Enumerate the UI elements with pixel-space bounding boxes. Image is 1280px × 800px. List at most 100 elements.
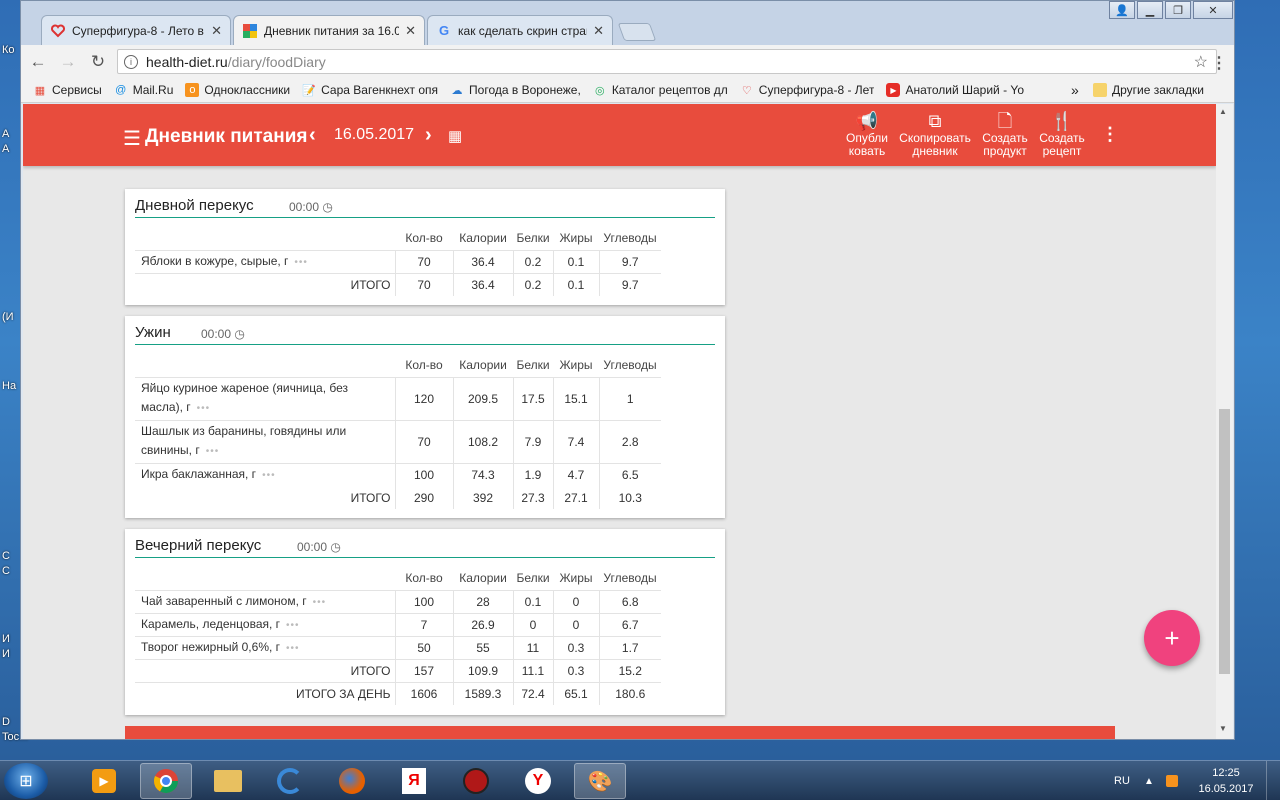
- bookmark-wagenknecht[interactable]: 📝 Сара Вагенкнехт опя: [302, 83, 438, 97]
- more-icon[interactable]: •••: [286, 643, 300, 654]
- close-icon[interactable]: ✕: [211, 23, 222, 39]
- current-date[interactable]: 16.05.2017: [334, 126, 414, 144]
- desktop-icon-label[interactable]: С: [2, 550, 10, 562]
- url-input[interactable]: i health-diet.ru/diary/foodDiary ☆: [117, 49, 1217, 74]
- desktop-icon-label[interactable]: А: [2, 143, 9, 155]
- chrome-icon[interactable]: [140, 763, 192, 799]
- chevron-left-icon[interactable]: ‹: [309, 124, 316, 147]
- add-button[interactable]: +: [1144, 610, 1200, 666]
- bookmark-recipes[interactable]: ◎ Каталог рецептов дл: [593, 83, 728, 97]
- restore-icon[interactable]: ❐: [1165, 1, 1191, 19]
- bookmark-services[interactable]: ▦ Сервисы: [33, 83, 102, 97]
- qty-cell[interactable]: 50: [394, 635, 453, 659]
- firefox-icon[interactable]: [326, 763, 378, 799]
- tab-superfigura[interactable]: Суперфигура-8 - Лето в ✕: [41, 15, 231, 45]
- desktop-icon-label[interactable]: Ко: [2, 44, 15, 56]
- tray-arrow-icon[interactable]: ▲: [1144, 761, 1154, 800]
- start-button[interactable]: ⊞: [4, 763, 48, 799]
- food-name[interactable]: Икра баклажанная, г: [141, 467, 256, 481]
- desktop-icon-label[interactable]: И: [2, 648, 10, 660]
- more-icon[interactable]: •••: [313, 597, 327, 608]
- paint-icon[interactable]: 🎨: [574, 763, 626, 799]
- qty-cell[interactable]: 120: [394, 376, 453, 420]
- show-desktop-button[interactable]: [1266, 761, 1280, 800]
- food-name[interactable]: Шашлык из баранины, говядины или свинины…: [141, 424, 346, 457]
- tray-app-icon[interactable]: [1166, 761, 1178, 800]
- desktop-icon-label[interactable]: А: [2, 128, 9, 140]
- hamburger-icon[interactable]: ☰: [123, 126, 141, 151]
- spider-icon[interactable]: [450, 763, 502, 799]
- create-product-button[interactable]: 🗋 Создать продукт: [979, 110, 1031, 158]
- tab-google-search[interactable]: G как сделать скрин стран ✕: [427, 15, 613, 45]
- minimize-icon[interactable]: ▁: [1137, 1, 1163, 19]
- more-icon[interactable]: •••: [286, 620, 300, 631]
- bookmark-mailru[interactable]: @ Mail.Ru: [114, 83, 173, 97]
- food-row[interactable]: Чай заваренный с лимоном, г ••• 100 28 0.…: [135, 589, 661, 613]
- qty-cell[interactable]: 100: [394, 589, 453, 613]
- qty-cell[interactable]: 100: [394, 462, 453, 486]
- close-icon[interactable]: ✕: [593, 23, 604, 39]
- food-row[interactable]: Яйцо куриное жареное (яичница, без масла…: [135, 376, 661, 420]
- scrollbar-thumb[interactable]: [1219, 409, 1230, 674]
- more-icon[interactable]: •••: [294, 257, 308, 268]
- food-name[interactable]: Яблоки в кожуре, сырые, г: [141, 254, 288, 268]
- food-row[interactable]: Икра баклажанная, г ••• 100 74.3 1.9 4.7 …: [135, 462, 661, 486]
- more-vert-icon[interactable]: ⋮: [1101, 124, 1119, 145]
- bookmark-shariy[interactable]: ▶ Анатолий Шарий - Yo: [886, 83, 1024, 97]
- calendar-icon[interactable]: ▦: [448, 127, 462, 145]
- more-icon[interactable]: •••: [262, 470, 276, 481]
- user-icon[interactable]: 👤: [1109, 1, 1135, 19]
- desktop-icon-label[interactable]: На: [2, 380, 16, 392]
- desktop-icon-label[interactable]: D: [2, 716, 10, 728]
- bookmark-weather[interactable]: ☁ Погода в Воронеже,: [450, 83, 581, 97]
- more-icon[interactable]: •••: [197, 403, 211, 414]
- food-name[interactable]: Творог нежирный 0,6%, г: [141, 640, 280, 654]
- meal-title: Вечерний перекус: [135, 537, 262, 554]
- more-icon[interactable]: •••: [206, 446, 220, 457]
- desktop-icon-label[interactable]: (И: [2, 311, 14, 323]
- create-recipe-button[interactable]: 🍴 Создать рецепт: [1035, 110, 1089, 158]
- scroll-down-icon[interactable]: ▼: [1219, 724, 1227, 733]
- language-indicator[interactable]: RU: [1114, 761, 1130, 800]
- explorer-icon[interactable]: [202, 763, 254, 799]
- qty-cell[interactable]: 70: [394, 419, 453, 463]
- qty-cell[interactable]: 7: [394, 612, 453, 636]
- info-icon[interactable]: i: [124, 54, 138, 69]
- food-name[interactable]: Яйцо куриное жареное (яичница, без масла…: [141, 381, 348, 414]
- food-name[interactable]: Карамель, леденцовая, г: [141, 617, 280, 631]
- food-row[interactable]: Яблоки в кожуре, сырые, г ••• 70 36.4 0.2…: [135, 249, 661, 273]
- meal-time[interactable]: 00:00 ◷: [289, 200, 333, 214]
- copy-diary-button[interactable]: ⧉ Скопировать дневник: [895, 110, 975, 158]
- food-row[interactable]: Карамель, леденцовая, г ••• 7 26.9 0 0 6.…: [135, 612, 661, 636]
- meal-time[interactable]: 00:00 ◷: [297, 540, 341, 554]
- bookmark-ok[interactable]: о Одноклассники: [185, 83, 290, 97]
- yandex-icon[interactable]: Я: [388, 763, 440, 799]
- ccleaner-icon[interactable]: [264, 763, 316, 799]
- chrome-menu-icon[interactable]: ⋮: [1211, 53, 1227, 73]
- close-icon[interactable]: ✕: [1193, 1, 1233, 19]
- bookmarks-overflow[interactable]: »: [1071, 82, 1079, 98]
- chevron-right-icon[interactable]: ›: [425, 124, 432, 147]
- close-icon[interactable]: ✕: [405, 23, 416, 39]
- other-bookmarks[interactable]: Другие закладки: [1093, 83, 1204, 97]
- yandex-browser-icon[interactable]: Y: [512, 763, 564, 799]
- publish-button[interactable]: 📢 Опубли ковать: [843, 110, 891, 158]
- system-clock[interactable]: 12:25 16.05.2017: [1196, 765, 1256, 797]
- reload-icon[interactable]: ↻: [85, 49, 111, 75]
- new-tab-button[interactable]: [617, 23, 657, 41]
- desktop-icon-label[interactable]: И: [2, 633, 10, 645]
- qty-cell[interactable]: 70: [394, 249, 453, 273]
- bookmark-superfigura[interactable]: ♡ Суперфигура-8 - Лет: [740, 83, 875, 97]
- scroll-up-icon[interactable]: ▲: [1219, 107, 1227, 116]
- tab-food-diary[interactable]: Дневник питания за 16.0 ✕: [233, 15, 425, 45]
- star-icon[interactable]: ☆: [1194, 52, 1208, 72]
- forward-icon[interactable]: →: [55, 49, 81, 75]
- media-player-icon[interactable]: ▶: [78, 763, 130, 799]
- food-row[interactable]: Творог нежирный 0,6%, г ••• 50 55 11 0.3 …: [135, 635, 661, 659]
- meal-time[interactable]: 00:00 ◷: [201, 327, 245, 341]
- desktop-icon-label[interactable]: С: [2, 565, 10, 577]
- food-name[interactable]: Чай заваренный с лимоном, г: [141, 594, 307, 608]
- scrollbar[interactable]: ▲ ▼: [1216, 104, 1233, 739]
- back-icon[interactable]: ←: [25, 49, 51, 75]
- food-row[interactable]: Шашлык из баранины, говядины или свинины…: [135, 419, 661, 463]
